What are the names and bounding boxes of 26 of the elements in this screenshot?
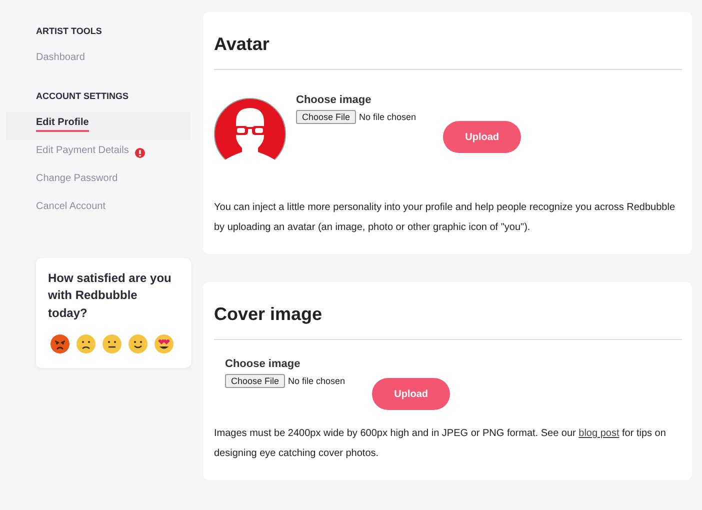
survey-question: How satisfied are you with Redbubble today?: [48, 270, 172, 322]
upload-button[interactable]: Upload: [372, 378, 450, 410]
love-face-icon[interactable]: [154, 334, 174, 354]
happy-face-icon[interactable]: [128, 334, 148, 354]
section-title: Avatar: [214, 34, 682, 70]
field-label: Choose image: [296, 94, 372, 106]
sidebar-item[interactable]: Change Password: [6, 168, 191, 196]
file-status: No file chosen: [359, 112, 416, 122]
file-status: No file chosen: [288, 376, 346, 386]
section-heading: ARTIST TOOLS: [35, 26, 103, 36]
sidebar-item[interactable]: Edit Payment Details: [6, 140, 191, 168]
upload-button[interactable]: Upload: [443, 121, 522, 153]
cover-description: Images must be 2400px wide by 600px high and in JPEG or PNG format. See our blog post for tips on designing eye catching cover photos.: [214, 427, 667, 461]
sidebar-item[interactable]: Cancel Account: [6, 196, 191, 224]
choose-file-button[interactable]: Choose File: [296, 110, 356, 124]
avatar-description: You can inject a little more personality into your profile and help people recognize you across Redbubble by uploading an avatar (an image, photo or other graphic icon of "you").: [214, 201, 676, 235]
blog-post-link[interactable]: blog post: [578, 428, 620, 439]
section-title: Cover image: [214, 304, 682, 340]
field-label: Choose image: [225, 358, 302, 370]
sidebar-item[interactable]: Dashboard: [6, 47, 191, 75]
choose-file-button[interactable]: Choose File: [225, 374, 286, 388]
sad-face-icon[interactable]: [76, 334, 96, 354]
section-heading: ACCOUNT SETTINGS: [35, 91, 130, 101]
angry-face-icon[interactable]: [50, 334, 70, 354]
sidebar-item[interactable]: Edit Profile: [6, 112, 191, 140]
neutral-face-icon[interactable]: [102, 334, 122, 354]
